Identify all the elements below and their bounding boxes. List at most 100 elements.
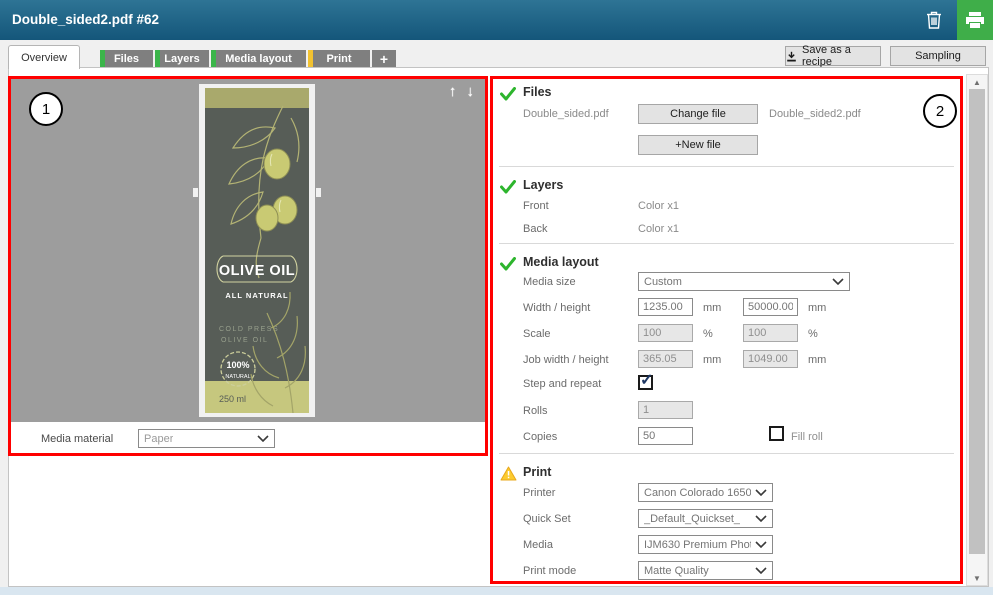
printer-select[interactable]: Canon Colorado 1650 — [638, 483, 773, 502]
preview-pane: OLIVE OIL ALL NATURAL COLD PRESS OLIVE O… — [8, 76, 488, 456]
arrow-up-icon[interactable]: ↑ — [449, 83, 460, 100]
layer-back-value: Color x1 — [638, 223, 679, 235]
chevron-down-icon — [755, 515, 767, 522]
fill-roll-label: Fill roll — [791, 431, 823, 443]
scroll-down-button[interactable]: ▼ — [967, 571, 987, 585]
tab-media-layout[interactable]: Media layout — [211, 50, 306, 67]
scale-y-input — [743, 324, 798, 342]
width-height-label: Width / height — [523, 302, 590, 314]
media-size-label: Media size — [523, 276, 576, 288]
print-job-button[interactable] — [957, 0, 993, 40]
vertical-scrollbar[interactable]: ▲ ▼ — [966, 74, 988, 586]
files-heading: Files — [523, 85, 552, 99]
save-as-recipe-label: Save as a recipe — [802, 44, 880, 68]
print-heading: Print — [523, 465, 551, 479]
sampling-label: Sampling — [915, 50, 961, 62]
reorder-arrows[interactable]: ↑ ↓ — [449, 83, 477, 100]
job-height-unit: mm — [808, 354, 826, 366]
save-as-recipe-button[interactable]: Save as a recipe — [785, 46, 881, 66]
section-divider — [499, 166, 954, 167]
media-layout-heading: Media layout — [523, 255, 599, 269]
settings-pane: Files Double_sided.pdf Change file Doubl… — [490, 76, 963, 584]
new-file-button[interactable]: +New file — [638, 135, 758, 155]
application-window: Double_sided2.pdf #62 Overview — [0, 0, 993, 595]
title-bar: Double_sided2.pdf #62 — [0, 0, 993, 40]
tab-media-layout-status-stripe — [211, 50, 216, 67]
scroll-down-icon: ▼ — [973, 574, 981, 583]
check-icon — [500, 257, 516, 271]
job-size-label: Job width / height — [523, 354, 609, 366]
section-divider — [499, 243, 954, 244]
print-mode-select[interactable]: Matte Quality — [638, 561, 773, 580]
annotation-1-number: 1 — [42, 101, 50, 118]
trash-icon — [925, 10, 943, 30]
layers-heading: Layers — [523, 178, 563, 192]
quickset-label: Quick Set — [523, 513, 571, 525]
fill-roll-checkbox[interactable] — [769, 426, 784, 441]
tab-overview-label: Overview — [21, 52, 67, 64]
print-mode-value: Matte Quality — [644, 565, 709, 577]
plus-icon: + — [380, 51, 388, 67]
change-file-button[interactable]: Change file — [638, 104, 758, 124]
chevron-down-icon — [755, 567, 767, 574]
save-recipe-icon — [786, 51, 797, 62]
step-repeat-checkbox[interactable]: ✓ — [638, 375, 653, 390]
scale-x-unit: % — [703, 328, 713, 340]
sampling-button[interactable]: Sampling — [890, 46, 986, 66]
label-badge-bottom-text: NATURAL — [225, 374, 250, 380]
copies-input[interactable] — [638, 427, 693, 445]
job-preview[interactable]: OLIVE OIL ALL NATURAL COLD PRESS OLIVE O… — [11, 79, 485, 422]
height-unit: mm — [808, 302, 826, 314]
chevron-down-icon — [257, 435, 269, 442]
layer-front-label: Front — [523, 200, 549, 212]
scroll-up-icon: ▲ — [973, 78, 981, 87]
label-artwork: OLIVE OIL ALL NATURAL COLD PRESS OLIVE O… — [205, 88, 309, 413]
label-badge-top-text: 100% — [226, 360, 249, 370]
arrow-down-icon[interactable]: ↓ — [467, 83, 478, 100]
job-title: Double_sided2.pdf #62 — [12, 0, 159, 40]
media-material-select[interactable]: Paper — [138, 429, 275, 448]
chevron-down-icon — [832, 278, 844, 285]
change-file-label: Change file — [670, 108, 726, 120]
status-strip — [0, 587, 993, 595]
job-width-input — [638, 350, 693, 368]
copy-separator-left — [193, 188, 198, 197]
annotation-circle-1: 1 — [29, 92, 63, 126]
add-tab-button[interactable]: + — [372, 50, 396, 67]
checkmark-icon: ✓ — [640, 370, 653, 390]
tab-print-status-stripe — [308, 50, 313, 67]
tab-overview[interactable]: Overview — [8, 45, 80, 69]
check-icon — [500, 87, 516, 101]
media-select[interactable]: IJM630 Premium Photo Paper 4 — [638, 535, 773, 554]
layer-front-value: Color x1 — [638, 200, 679, 212]
printer-value: Canon Colorado 1650 — [644, 487, 751, 499]
job-width-unit: mm — [703, 354, 721, 366]
media-material-value: Paper — [144, 433, 173, 445]
tab-print[interactable]: Print — [308, 50, 370, 67]
selected-file-name: Double_sided2.pdf — [769, 108, 861, 120]
chevron-down-icon — [755, 541, 767, 548]
delete-job-button[interactable] — [917, 0, 951, 40]
tab-files-status-stripe — [100, 50, 105, 67]
scrollbar-thumb[interactable] — [969, 89, 985, 554]
section-divider — [499, 453, 954, 454]
quickset-select[interactable]: _Default_Quickset_ — [638, 509, 773, 528]
media-height-input[interactable] — [743, 298, 798, 316]
media-size-select[interactable]: Custom — [638, 272, 850, 291]
new-file-label: +New file — [675, 139, 721, 151]
current-file-name: Double_sided.pdf — [523, 108, 609, 120]
copy-separator-right — [316, 188, 321, 197]
scroll-up-button[interactable]: ▲ — [967, 75, 987, 89]
rolls-label: Rolls — [523, 405, 547, 417]
media-value: IJM630 Premium Photo Paper 4 — [644, 539, 751, 551]
media-size-value: Custom — [644, 276, 682, 288]
tab-media-layout-label: Media layout — [225, 53, 292, 65]
media-material-label: Media material — [41, 433, 113, 445]
tab-layers[interactable]: Layers — [155, 50, 209, 67]
job-height-input — [743, 350, 798, 368]
print-mode-label: Print mode — [523, 565, 576, 577]
annotation-2-number: 2 — [936, 103, 944, 120]
media-width-input[interactable] — [638, 298, 693, 316]
rolls-input — [638, 401, 693, 419]
tab-files[interactable]: Files — [100, 50, 153, 67]
